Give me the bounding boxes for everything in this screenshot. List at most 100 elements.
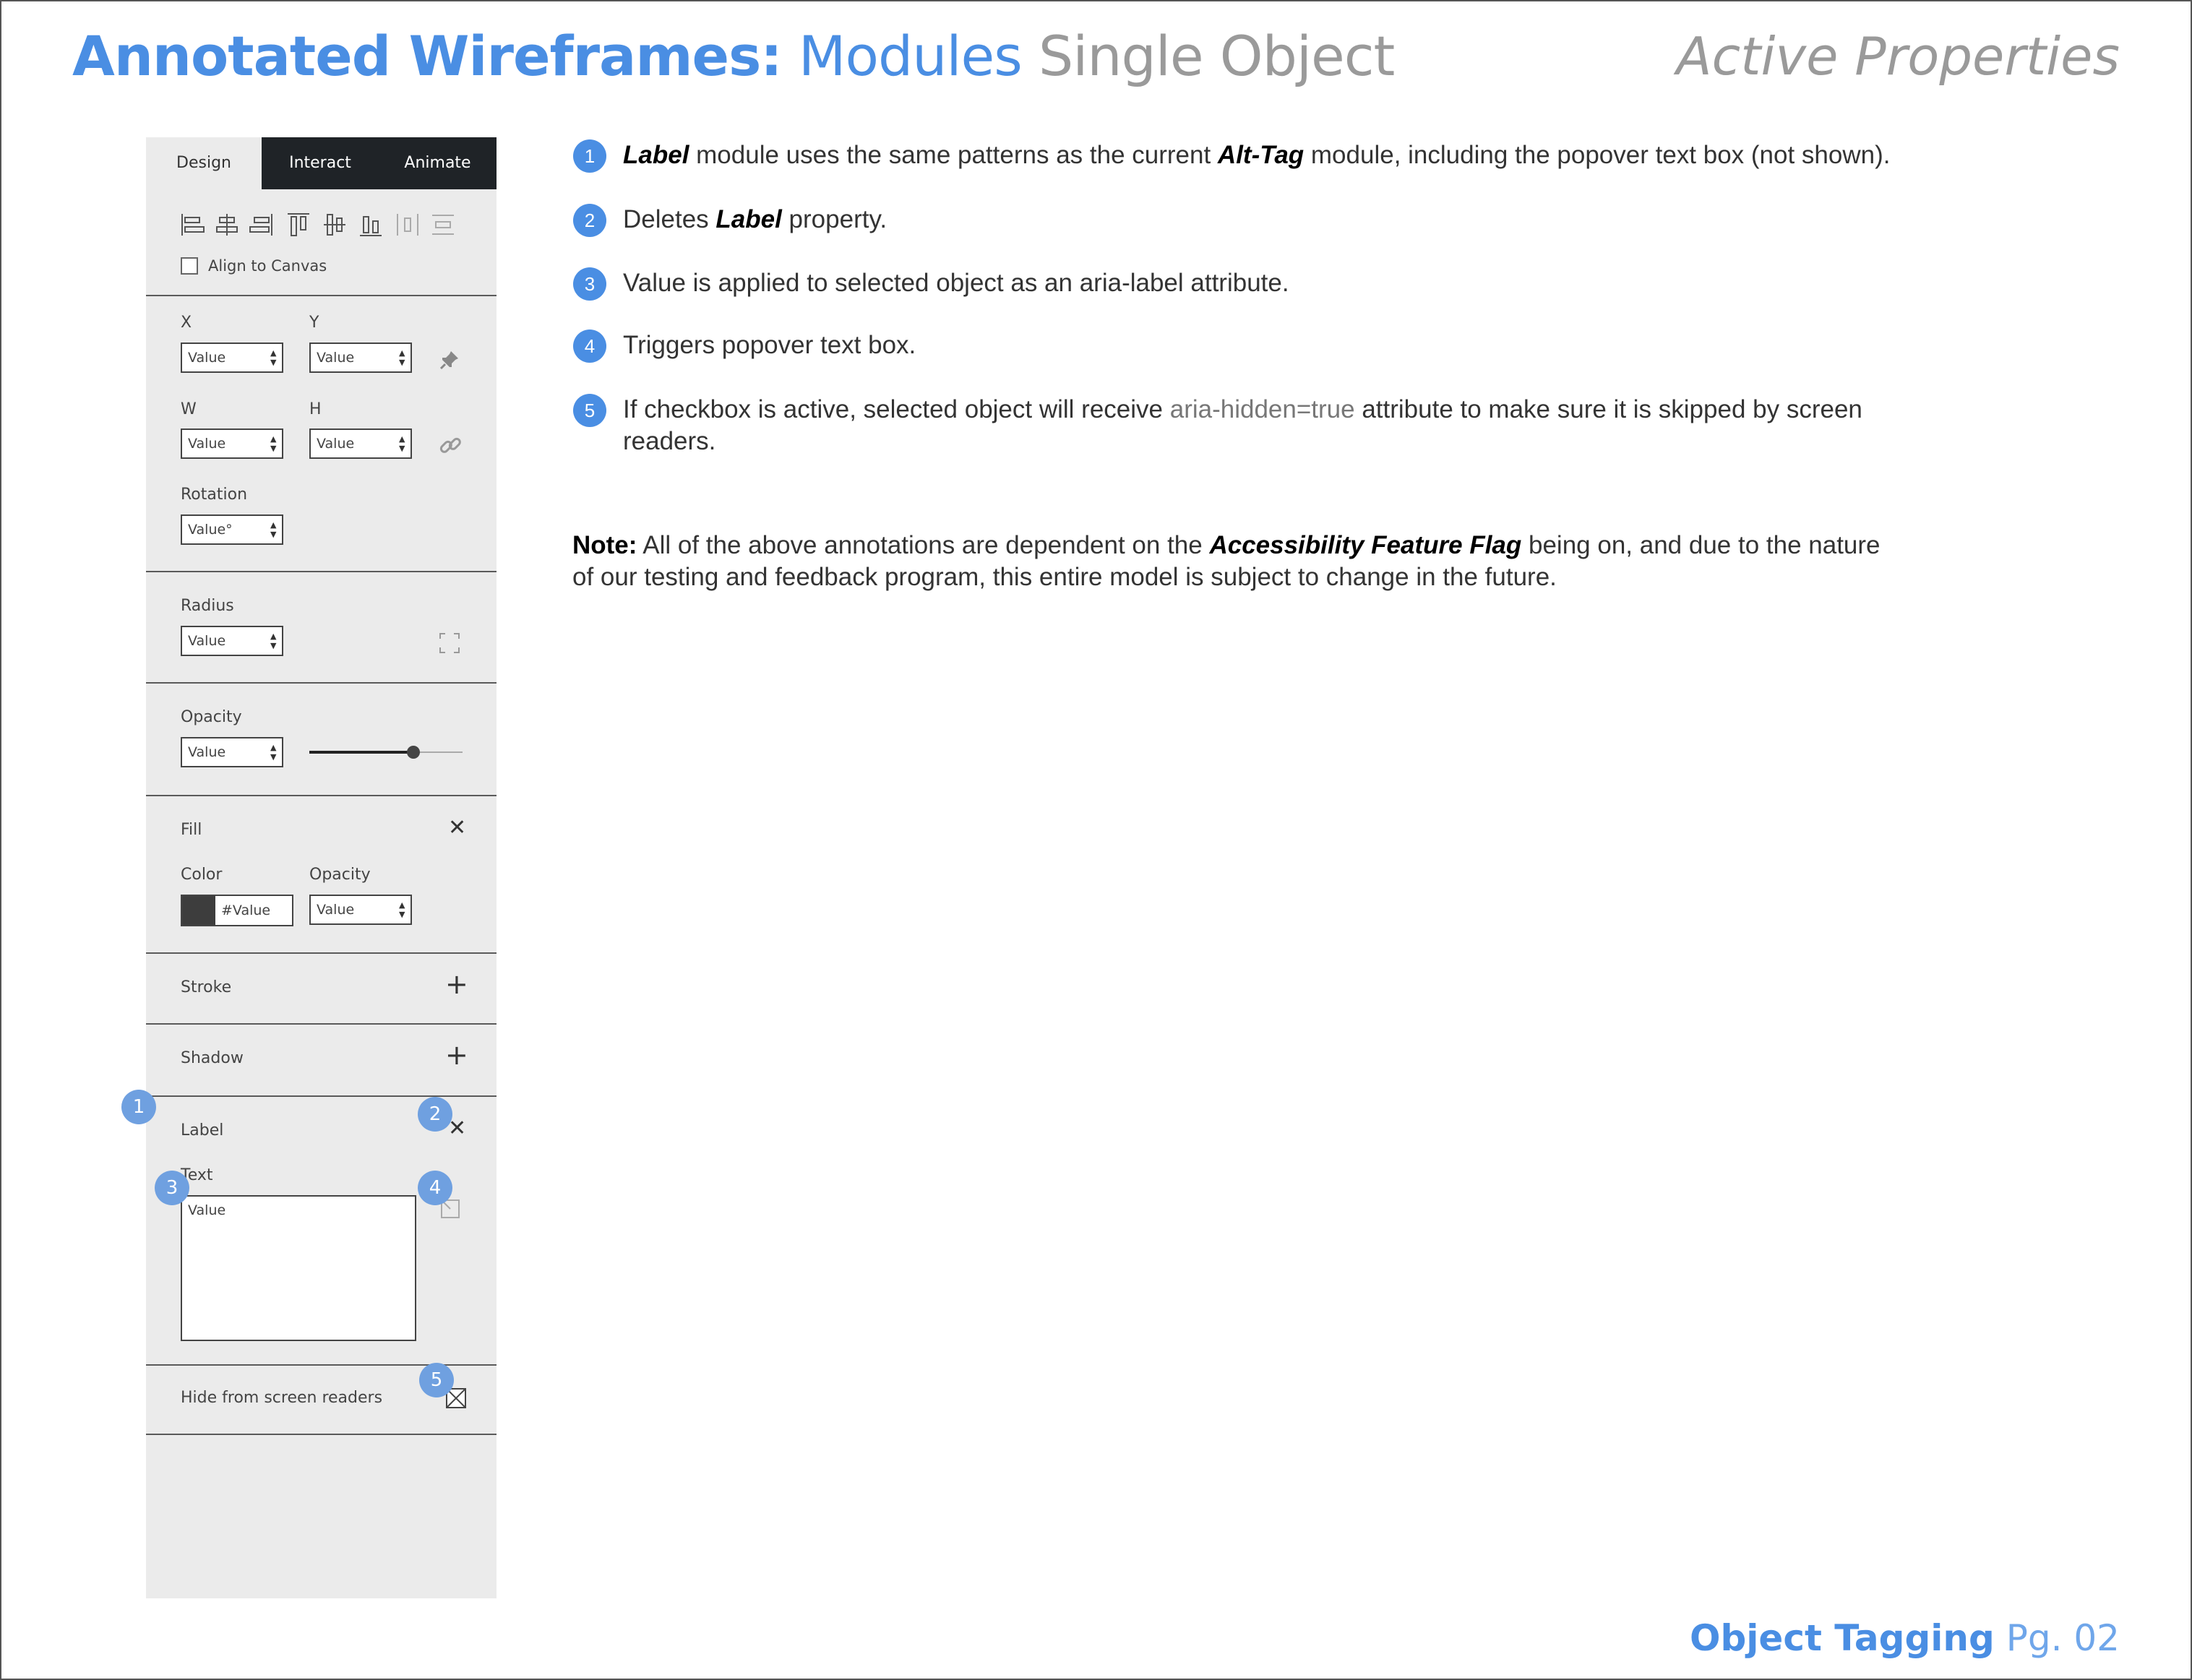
x-input[interactable]: Value ▲ ▼ (181, 343, 283, 373)
color-swatch[interactable] (182, 896, 215, 925)
stepper-icon[interactable]: ▲ ▼ (399, 434, 406, 453)
align-right-icon[interactable] (249, 214, 272, 236)
h-input[interactable]: Value ▲ ▼ (309, 428, 412, 459)
tab-animate[interactable]: Animate (379, 137, 497, 189)
fill-opacity-label: Opacity (309, 866, 371, 884)
link-icon[interactable] (438, 434, 463, 458)
radius-input[interactable]: Value ▲ ▼ (181, 626, 283, 656)
divider (146, 952, 497, 954)
note-label: Note: (572, 531, 637, 559)
note-2-post: property. (781, 205, 887, 233)
align-bottom-icon[interactable] (360, 216, 382, 236)
hide-label: Hide from screen readers (181, 1389, 383, 1407)
annotation-badge-2: 2 (418, 1097, 452, 1132)
add-stroke-icon[interactable]: + (445, 968, 468, 1000)
w-label: W (181, 400, 197, 418)
remove-fill-icon[interactable]: ✕ (448, 815, 466, 840)
stroke-label: Stroke (181, 978, 232, 996)
distribute-v-icon[interactable] (432, 215, 454, 235)
alignment-toolbar (181, 213, 454, 236)
fill-opacity-input[interactable]: Value ▲ ▼ (309, 895, 412, 925)
align-center-h-icon[interactable] (216, 214, 238, 236)
label-text-value: Value (188, 1202, 226, 1218)
shadow-label: Shadow (181, 1049, 244, 1067)
footer-page-number: Pg. 02 (2006, 1617, 2120, 1659)
divider (146, 1434, 497, 1435)
page-footer: Object Tagging Pg. 02 (1690, 1613, 2120, 1663)
pin-icon[interactable] (438, 348, 461, 371)
note-1-post: module, including the popover text box (… (1304, 141, 1891, 169)
align-left-icon[interactable] (181, 214, 205, 236)
color-label: Color (181, 866, 223, 884)
opacity-slider[interactable] (309, 741, 463, 763)
align-to-canvas-label: Align to Canvas (208, 257, 327, 275)
h-label: H (309, 400, 322, 418)
divider (146, 795, 497, 796)
stepper-icon[interactable]: ▲ ▼ (270, 743, 278, 762)
note-number-5: 5 (573, 394, 606, 427)
note-3: Value is applied to selected object as a… (623, 269, 1289, 297)
note-2-pre: Deletes (623, 205, 716, 233)
h-value: Value (317, 436, 355, 452)
fill-opacity-value: Value (317, 902, 355, 918)
tab-design[interactable]: Design (146, 137, 262, 189)
align-top-icon[interactable] (288, 213, 309, 236)
w-input[interactable]: Value ▲ ▼ (181, 428, 283, 459)
divider (146, 1095, 497, 1097)
annotation-badge-4: 4 (418, 1171, 452, 1205)
y-label: Y (309, 314, 319, 332)
stepper-icon[interactable]: ▲ ▼ (399, 900, 406, 919)
label-module-label: Label (181, 1121, 224, 1140)
note-number-4: 4 (573, 329, 606, 363)
note-number-1: 1 (573, 139, 606, 173)
stepper-icon[interactable]: ▲ ▼ (270, 348, 278, 367)
add-shadow-icon[interactable]: + (445, 1039, 468, 1071)
note-pre: All of the above annotations are depende… (637, 531, 1210, 559)
align-center-v-icon[interactable] (324, 214, 345, 236)
title-bold: Annotated Wireframes: (72, 24, 783, 88)
corner-radius-icon[interactable] (438, 632, 461, 655)
note-number-3: 3 (573, 267, 606, 301)
opacity-value: Value (188, 744, 226, 760)
rotation-value: Value° (188, 522, 233, 538)
stepper-icon[interactable]: ▲ ▼ (270, 434, 278, 453)
align-to-canvas-checkbox[interactable] (181, 257, 198, 275)
note-1-bold-b: Alt-Tag (1217, 141, 1305, 169)
distribute-h-icon[interactable] (397, 214, 418, 236)
footer-section: Object Tagging (1689, 1617, 1995, 1659)
feature-flag-name: Accessibility Feature Flag (1209, 531, 1522, 559)
note-2-bold: Label (715, 205, 782, 233)
note-1-mid: module uses the same patterns as the cur… (689, 141, 1218, 169)
note-5-code: aria-hidden=true (1169, 395, 1355, 423)
annotation-badge-5: 5 (419, 1363, 454, 1397)
tab-interact[interactable]: Interact (262, 137, 379, 189)
fill-label: Fill (181, 821, 202, 839)
x-label: X (181, 314, 192, 332)
radius-label: Radius (181, 597, 234, 615)
title-rest: Single Object (1039, 24, 1395, 88)
radius-value: Value (188, 633, 226, 649)
divider (146, 1023, 497, 1025)
page-title: Annotated Wireframes: Modules Single Obj… (72, 20, 1395, 92)
dependency-note: Note: All of the above annotations are d… (572, 530, 1902, 593)
note-1-bold-a: Label (623, 141, 689, 169)
opacity-input[interactable]: Value ▲ ▼ (181, 737, 283, 767)
slider-handle[interactable] (407, 746, 421, 759)
stepper-icon[interactable]: ▲ ▼ (270, 632, 278, 650)
rotation-input[interactable]: Value° ▲ ▼ (181, 514, 283, 545)
note-4: Triggers popover text box. (623, 331, 916, 359)
annotation-badge-1: 1 (121, 1090, 156, 1124)
rotation-label: Rotation (181, 486, 248, 504)
slider-fill (309, 751, 414, 754)
stepper-icon[interactable]: ▲ ▼ (399, 348, 406, 367)
tab-bar: Design Interact Animate (146, 137, 497, 189)
color-input[interactable]: #Value (181, 895, 293, 926)
divider (146, 682, 497, 684)
annotation-badge-3: 3 (155, 1171, 189, 1205)
stepper-icon[interactable]: ▲ ▼ (270, 520, 278, 539)
title-modules: Modules (798, 24, 1023, 88)
label-text-area[interactable]: Value (181, 1195, 416, 1341)
divider (146, 295, 497, 296)
opacity-label: Opacity (181, 708, 242, 726)
y-input[interactable]: Value ▲ ▼ (309, 343, 412, 373)
